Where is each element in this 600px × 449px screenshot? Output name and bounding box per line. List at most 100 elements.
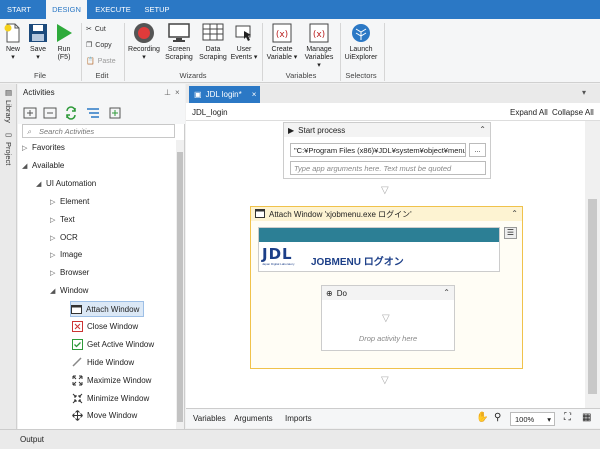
- refresh-icon[interactable]: [64, 106, 78, 120]
- project-icon: ▭: [4, 130, 13, 139]
- start-process-activity[interactable]: ▶ Start process ⌃ "C:¥Program Files (x86…: [283, 122, 491, 179]
- project-tab[interactable]: ▭ Project: [1, 130, 16, 165]
- tree-ui-automation[interactable]: ◢ UI Automation: [36, 179, 96, 188]
- tree-minimize-window[interactable]: Minimize Window: [72, 393, 149, 404]
- expand-all-icon[interactable]: [23, 106, 37, 120]
- checkmark-icon: [72, 339, 83, 350]
- target-window-preview[interactable]: JDL Japan Digital Laboratory JOBMENU ログオ…: [258, 227, 500, 272]
- new-button[interactable]: New ▾: [2, 22, 24, 62]
- collapse-all-icon[interactable]: [43, 106, 57, 120]
- monitor-icon: [168, 22, 190, 44]
- tree-attach-window[interactable]: Attach Window: [70, 301, 145, 317]
- do-sequence[interactable]: ⊕ Do ⌃ ▽ Drop activity here: [321, 285, 455, 351]
- screen-scraping-button[interactable]: Screen Scraping: [164, 22, 194, 62]
- chevron-right-icon: ▷: [50, 216, 56, 224]
- filter-list-icon[interactable]: [86, 106, 100, 120]
- group-file-label: File: [33, 71, 47, 80]
- chevron-right-icon: ▷: [50, 269, 56, 277]
- imports-tab[interactable]: Imports: [285, 414, 312, 423]
- document-tab[interactable]: ▣ JDL login* ×: [189, 86, 260, 103]
- hand-pan-icon[interactable]: ✋: [476, 412, 488, 423]
- canvas-scrollbar[interactable]: [585, 121, 600, 408]
- search-activities-input[interactable]: ⌕ Search Activities: [22, 124, 175, 138]
- group-wizards-label: Wizards: [179, 71, 207, 80]
- play-icon: [53, 22, 75, 44]
- group-edit-label: Edit: [95, 71, 109, 80]
- overview-icon[interactable]: ▦: [582, 412, 591, 423]
- start-process-title: ▶ Start process: [284, 123, 490, 137]
- workflow-file-icon: ▣: [194, 90, 202, 99]
- tree-ocr[interactable]: ▷ OCR: [50, 233, 78, 242]
- tree-text[interactable]: ▷ Text: [50, 215, 75, 224]
- tab-start[interactable]: START: [4, 0, 34, 19]
- activities-panel: Activities ⊥ × ⌕ Search Activities ▷ Favo…: [18, 84, 185, 430]
- manage-variables-icon: (x): [308, 22, 330, 44]
- tree-image[interactable]: ▷ Image: [50, 250, 82, 259]
- move-icon: [72, 410, 83, 421]
- ribbon: New ▾ Save ▾ Run (F5) File ✂ Cut ❐ Copy 📋 P…: [0, 19, 600, 83]
- activities-header: Activities: [18, 84, 185, 102]
- tree-element[interactable]: ▷ Element: [50, 197, 89, 206]
- recording-button[interactable]: Recording ▾: [126, 22, 162, 62]
- variables-tab[interactable]: Variables: [193, 414, 226, 423]
- browse-button[interactable]: ...: [469, 143, 486, 157]
- user-events-icon: [233, 22, 255, 44]
- tree-browser[interactable]: ▷ Browser: [50, 268, 89, 277]
- close-icon[interactable]: ×: [175, 88, 180, 97]
- data-scraping-button[interactable]: Data Scraping: [198, 22, 228, 62]
- file-path-field[interactable]: "C:¥Program Files (x86)¥JDL¥system¥objec…: [290, 143, 466, 157]
- chevron-right-icon: ▷: [50, 251, 56, 259]
- tab-list-dropdown-icon[interactable]: ▾: [582, 88, 586, 97]
- do-title: ⊕ Do: [322, 286, 454, 300]
- zoom-search-icon[interactable]: ⚲: [494, 412, 501, 423]
- library-icon: ▤: [4, 88, 13, 97]
- collapse-icon[interactable]: ⌃: [479, 125, 486, 134]
- fit-to-screen-icon[interactable]: ⛶: [564, 412, 571, 423]
- attach-window-activity[interactable]: Attach Window 'xjobmenu.exe ログイン' ⌃ JDL …: [250, 206, 523, 369]
- chevron-down-icon: ◢: [36, 180, 42, 188]
- pin-icon[interactable]: ⊥: [164, 88, 171, 97]
- breadcrumb[interactable]: JDL_login: [192, 108, 228, 117]
- expand-all-link[interactable]: Expand All: [510, 108, 548, 117]
- run-button[interactable]: Run (F5): [52, 22, 76, 62]
- paste-button[interactable]: 📋 Paste: [86, 57, 116, 66]
- cut-button[interactable]: ✂ Cut: [86, 25, 106, 34]
- tree-move-window[interactable]: Move Window: [72, 410, 137, 421]
- tree-get-active-window[interactable]: Get Active Window: [72, 339, 154, 350]
- collapse-all-link[interactable]: Collapse All: [552, 108, 594, 117]
- settings-icon[interactable]: [108, 106, 122, 120]
- tab-design[interactable]: DESIGN: [46, 0, 87, 19]
- table-grid-icon: [202, 22, 224, 44]
- tab-execute[interactable]: EXECUTE: [94, 0, 132, 19]
- create-variable-button[interactable]: (x) Create Variable ▾: [264, 22, 300, 62]
- collapse-icon[interactable]: ⌃: [511, 209, 518, 218]
- attach-window-title: Attach Window 'xjobmenu.exe ログイン': [251, 207, 522, 221]
- collapse-icon[interactable]: ⌃: [443, 288, 450, 297]
- chevron-down-icon: ◢: [50, 287, 56, 295]
- activities-scrollbar[interactable]: [176, 140, 184, 430]
- tree-hide-window[interactable]: Hide Window: [72, 357, 134, 368]
- arguments-tab[interactable]: Arguments: [234, 414, 273, 423]
- arguments-field[interactable]: Type app arguments here. Text must be qu…: [290, 161, 486, 175]
- tree-maximize-window[interactable]: Maximize Window: [72, 375, 151, 386]
- user-events-button[interactable]: User Events ▾: [230, 22, 258, 62]
- tab-setup[interactable]: SETUP: [140, 0, 174, 19]
- start-process-icon: ▶: [288, 125, 295, 135]
- close-tab-icon[interactable]: ×: [252, 90, 257, 99]
- manage-variables-button[interactable]: (x) Manage Variables ▾: [302, 22, 336, 70]
- zoom-select[interactable]: 100% ▾: [510, 412, 555, 426]
- save-button[interactable]: Save ▾: [26, 22, 50, 62]
- tree-close-window[interactable]: Close Window: [72, 321, 138, 332]
- maximize-icon: [72, 375, 83, 386]
- scissors-icon: ✂: [86, 26, 92, 33]
- ribbon-tab-bar: START DESIGN EXECUTE SETUP: [0, 0, 600, 19]
- tree-available[interactable]: ◢ Available: [22, 161, 64, 170]
- target-menu-icon[interactable]: ☰: [504, 227, 517, 239]
- minimize-icon: [72, 393, 83, 404]
- tree-favorites[interactable]: ▷ Favorites: [22, 143, 65, 152]
- library-tab[interactable]: ▤ Library: [1, 88, 16, 123]
- tree-window[interactable]: ◢ Window: [50, 286, 88, 295]
- launch-uiexplorer-button[interactable]: Launch UiExplorer: [342, 22, 380, 62]
- copy-button[interactable]: ❐ Copy: [86, 41, 112, 50]
- output-tab[interactable]: Output: [20, 435, 44, 444]
